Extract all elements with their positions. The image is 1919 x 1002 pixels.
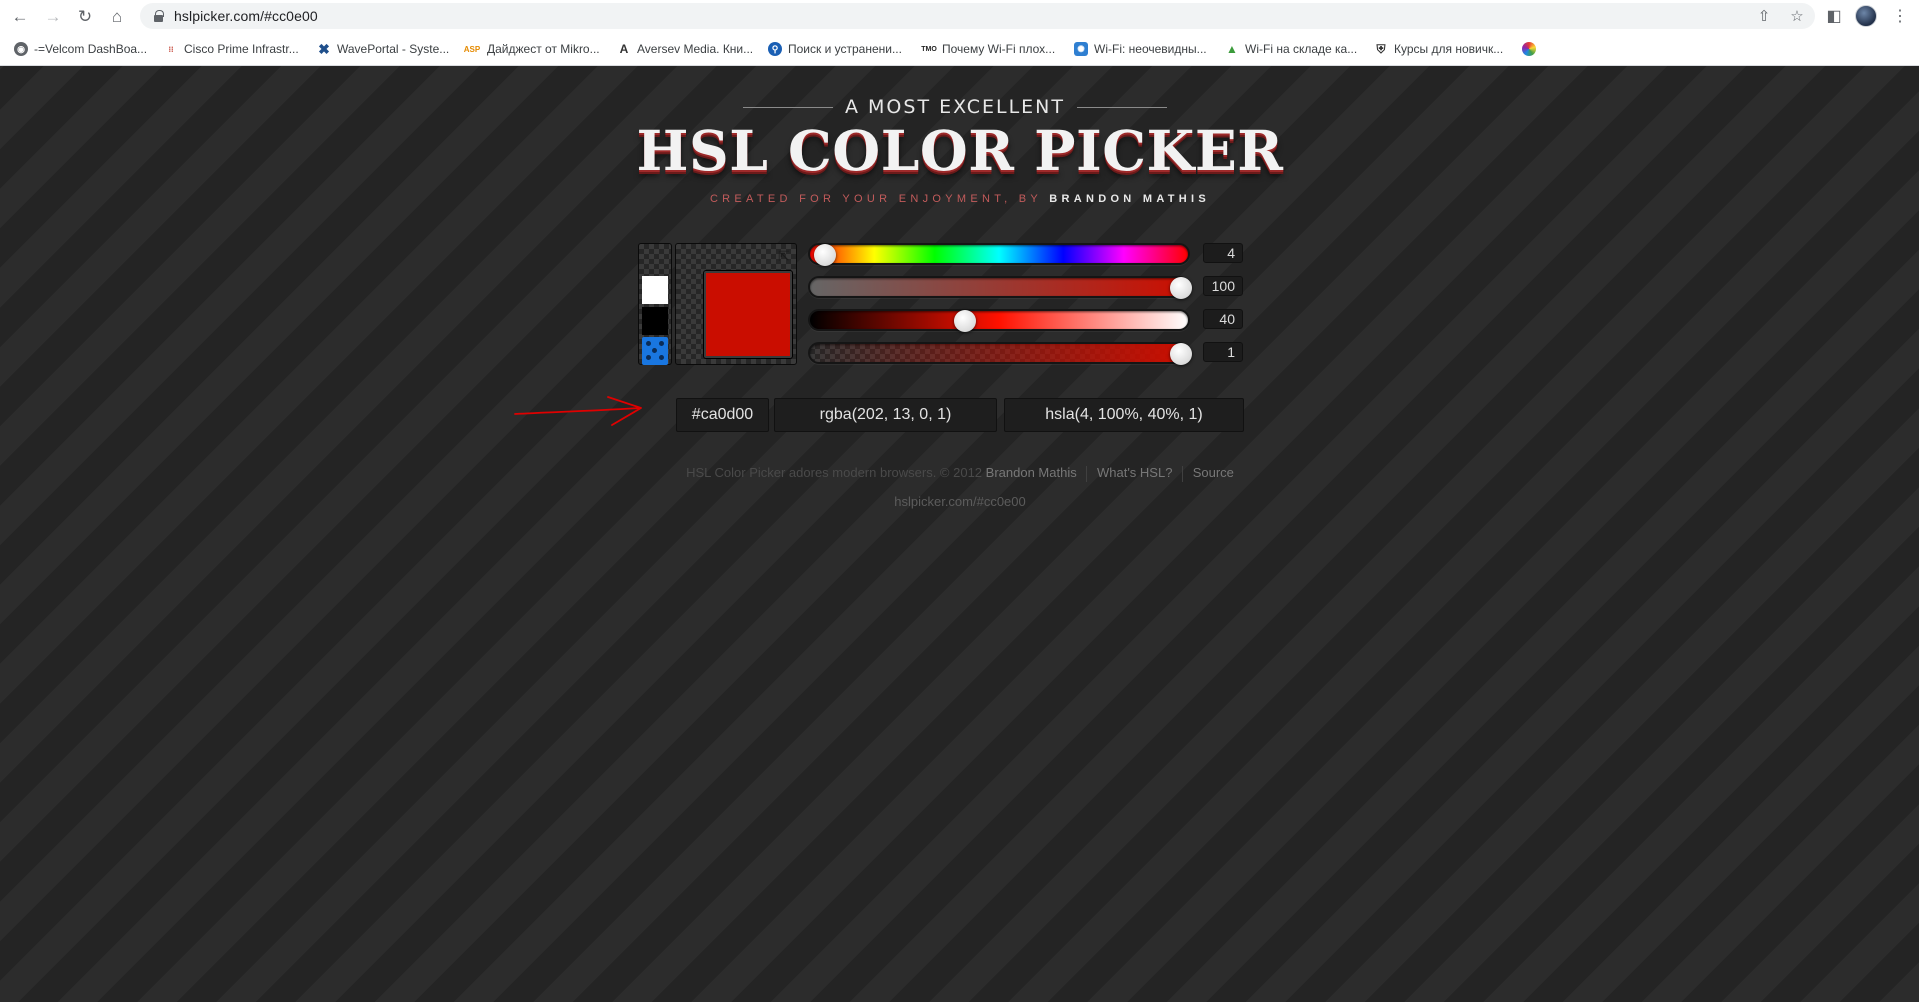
lightness-value[interactable]: 40 [1203, 309, 1243, 329]
bookmark-item[interactable] [1522, 40, 1542, 58]
aversev-icon: A [619, 42, 629, 56]
bookmark-item[interactable]: TMO Почему Wi-Fi плох... [921, 40, 1056, 58]
author-link[interactable]: Brandon Mathis [986, 465, 1077, 480]
bookmark-item[interactable]: ✺ Wi-Fi: неочевидны... [1074, 40, 1207, 58]
red-arrow-annotation [514, 396, 642, 426]
lightness-slider-handle[interactable] [954, 310, 976, 332]
bookmark-label: Cisco Prime Infrastr... [184, 42, 299, 56]
bookmark-label: Курсы для новичк... [1394, 42, 1504, 56]
footer-divider [1182, 465, 1184, 482]
footer-divider [1086, 465, 1088, 482]
alpha-gradient [810, 344, 1188, 362]
bookmark-item[interactable]: ⛨ Курсы для новичк... [1374, 40, 1503, 58]
kicker-text: A MOST EXCELLENT [845, 96, 1065, 118]
footer-text: HSL Color Picker adores modern browsers.… [686, 465, 983, 480]
wifi-article-icon: ✺ [1074, 42, 1088, 56]
address-bar[interactable]: hslpicker.com/#cc0e00 ⇧ ☆ [140, 3, 1815, 29]
permalink[interactable]: hslpicker.com/#cc0e00 [760, 494, 1160, 509]
forward-arrow-icon[interactable]: → [41, 4, 65, 28]
url-text[interactable]: hslpicker.com/#cc0e00 [174, 8, 318, 24]
bookmark-item[interactable]: ▲ Wi-Fi на складе ка... [1225, 40, 1357, 58]
share-icon[interactable]: ⇧ [1754, 6, 1774, 26]
bookmark-label: -=Velcom DashBoa... [34, 42, 148, 56]
subtitle-author: BRANDON MATHIS [1049, 193, 1211, 205]
bookmark-item[interactable]: ASP Дайджест от Mikro... [463, 40, 600, 58]
alpha-value[interactable]: 1 [1203, 342, 1243, 362]
waveportal-icon: ✖ [318, 40, 330, 57]
saturation-slider-handle[interactable] [1170, 277, 1192, 299]
page-content: A MOST EXCELLENT HSL COLOR PICKER CREATE… [0, 66, 1919, 1002]
asp-icon: ASP [463, 44, 481, 54]
white-swatch[interactable] [642, 276, 668, 304]
bookmark-label: Дайджест от Mikro... [487, 42, 600, 56]
reload-icon[interactable]: ↻ [73, 4, 97, 28]
bookmarks-bar: ◉ -=Velcom DashBoa... ⁝⁝ Cisco Prime Inf… [0, 32, 1919, 66]
kicker-rule [743, 106, 833, 108]
kicker: A MOST EXCELLENT [740, 94, 1170, 120]
subtitle-prefix: CREATED FOR YOUR ENJOYMENT, BY [709, 193, 1042, 205]
bookmark-label: WavePortal - Syste... [337, 42, 450, 56]
saturation-slider[interactable] [808, 276, 1192, 299]
bookmark-item[interactable]: ✖ WavePortal - Syste... [317, 40, 449, 58]
rgba-field[interactable]: rgba(202, 13, 0, 1) [774, 398, 997, 432]
bookmark-item[interactable]: ⁝⁝ Cisco Prime Infrastr... [164, 40, 299, 58]
footer: HSL Color Picker adores modern browsers.… [560, 465, 1360, 482]
browser-toolbar: ← → ↻ ⌂ hslpicker.com/#cc0e00 ⇧ ☆ ◧ ⋮ [0, 0, 1919, 32]
globe-icon: ◉ [14, 42, 28, 56]
search-site-icon: ⚲ [768, 42, 782, 56]
preset-swatches [638, 243, 672, 365]
bookmark-label: Wi-Fi на складе ка... [1245, 42, 1358, 56]
warehouse-icon: ▲ [1226, 42, 1238, 56]
saturation-value[interactable]: 100 [1203, 276, 1243, 296]
expand-corner-icon[interactable]: ⇱ [778, 249, 792, 263]
tmo-icon: TMO [921, 45, 937, 53]
bookmark-label: Wi-Fi: неочевидны... [1094, 42, 1207, 56]
current-color-swatch [704, 271, 792, 358]
bookmark-item[interactable]: ◉ -=Velcom DashBoa... [14, 40, 147, 58]
kicker-rule [1077, 106, 1167, 108]
hsla-field[interactable]: hsla(4, 100%, 40%, 1) [1004, 398, 1244, 432]
whats-hsl-link[interactable]: What's HSL? [1097, 465, 1172, 480]
side-panel-icon[interactable]: ◧ [1822, 4, 1846, 28]
alpha-slider-handle[interactable] [1170, 343, 1192, 365]
back-arrow-icon[interactable]: ← [8, 4, 32, 28]
shield-icon: ⛨ [1376, 41, 1386, 56]
hue-slider[interactable] [808, 243, 1190, 266]
colorful-circle-icon [1522, 42, 1536, 56]
source-link[interactable]: Source [1193, 465, 1234, 480]
hue-slider-handle[interactable] [813, 244, 836, 266]
hex-field[interactable]: #ca0d00 [676, 398, 769, 432]
black-swatch[interactable] [642, 307, 668, 335]
bookmark-item[interactable]: A Aversev Media. Кни... [617, 40, 753, 58]
lock-icon[interactable] [154, 10, 164, 22]
bookmark-label: Поиск и устранени... [788, 42, 902, 56]
bookmark-item[interactable]: ⚲ Поиск и устранени... [768, 40, 902, 58]
bookmark-star-icon[interactable]: ☆ [1787, 6, 1807, 26]
menu-kebab-icon[interactable]: ⋮ [1888, 4, 1912, 28]
color-preview: ⇱ [675, 243, 797, 365]
bookmark-label: Aversev Media. Кни... [637, 42, 754, 56]
alpha-slider[interactable] [808, 342, 1192, 365]
cisco-icon: ⁝⁝ [168, 44, 174, 54]
page-title: HSL COLOR PICKER [636, 118, 1284, 183]
lightness-slider[interactable] [808, 309, 1190, 332]
page-subtitle: CREATED FOR YOUR ENJOYMENT, BY BRANDON M… [600, 193, 1320, 205]
home-icon[interactable]: ⌂ [105, 4, 129, 28]
hue-value[interactable]: 4 [1203, 243, 1243, 263]
profile-avatar[interactable] [1855, 5, 1877, 27]
random-dice-icon[interactable] [642, 337, 668, 365]
bookmark-label: Почему Wi-Fi плох... [942, 42, 1056, 56]
